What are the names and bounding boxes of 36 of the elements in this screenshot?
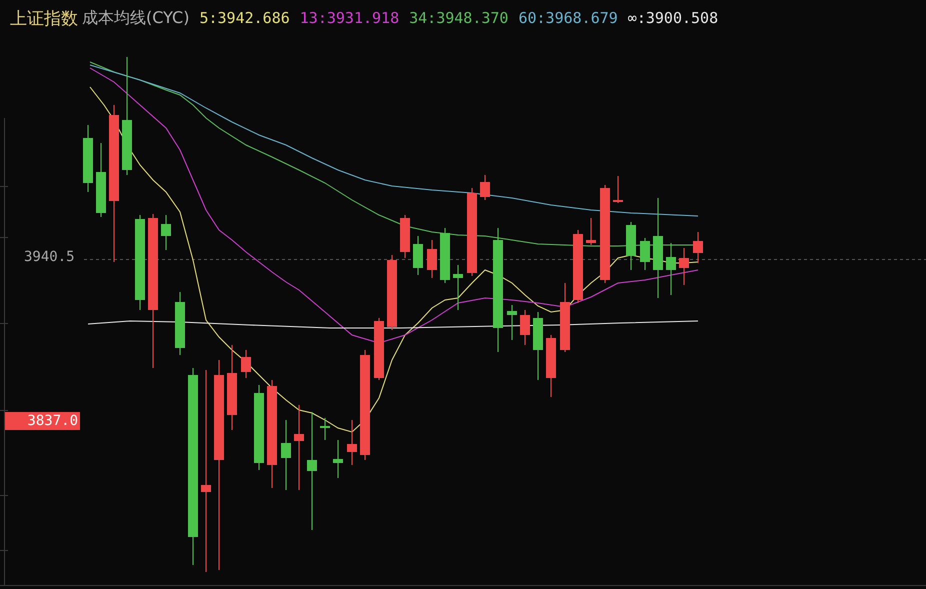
candlestick [480, 174, 490, 200]
candlestick [626, 222, 636, 270]
candlestick [400, 214, 410, 258]
candlestick [427, 240, 437, 278]
candlestick [281, 420, 291, 490]
candlestick [679, 248, 689, 286]
candlestick [347, 420, 357, 466]
candlestick [175, 292, 185, 356]
candlestick [83, 124, 93, 192]
indicator-value: ∞:3900.508 [628, 9, 718, 27]
candlestick [320, 418, 330, 440]
indicator-value: 5:3942.686 [199, 9, 290, 27]
candlestick [613, 176, 623, 204]
candlestick [693, 232, 703, 264]
candlestick [520, 310, 530, 346]
price-label: 3940.5 [24, 249, 75, 265]
candlestick [333, 440, 343, 478]
indicator-name: 成本均线(CYC) [82, 8, 190, 28]
candlestick [533, 312, 543, 380]
indicator-value: 34:3948.370 [409, 9, 508, 27]
candlestick [241, 350, 251, 378]
candlestick [161, 214, 171, 250]
indicator-value: 60:3968.679 [518, 9, 618, 27]
candlestick [640, 238, 650, 270]
candlestick [413, 236, 423, 276]
candlestick [453, 264, 463, 310]
indicator-value: 13:3931.918 [300, 9, 400, 27]
candlestick [560, 282, 570, 352]
candlestick [440, 228, 450, 284]
price-marker: 3837.0 [5, 412, 80, 430]
candlestick [586, 218, 596, 246]
index-title: 上证指数 [10, 8, 78, 30]
candlestick [507, 304, 517, 340]
candlestick [374, 318, 384, 380]
candlestick [666, 242, 676, 296]
candlestick [546, 334, 556, 398]
